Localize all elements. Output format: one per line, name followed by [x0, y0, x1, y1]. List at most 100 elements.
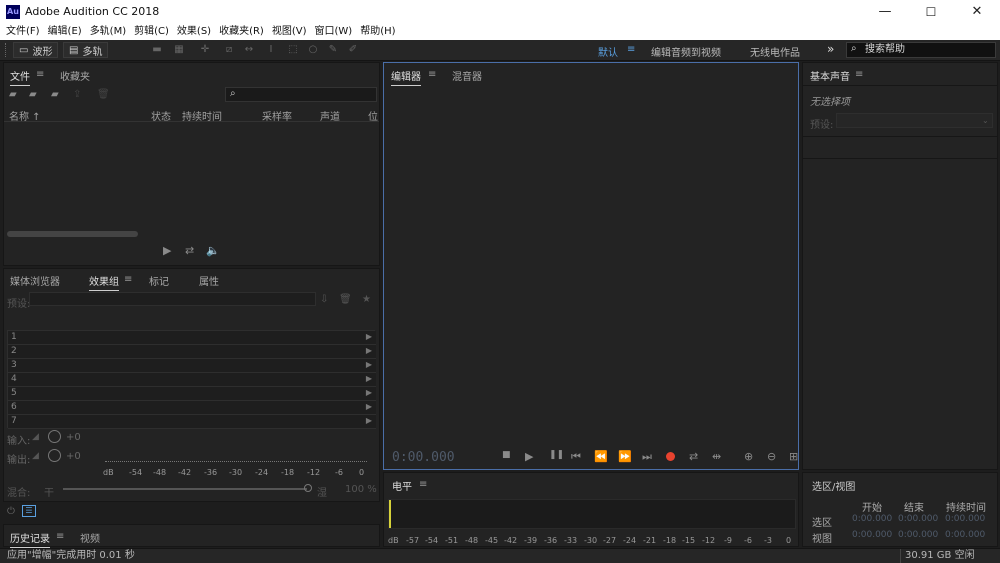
zoom-out-amplitude-icon[interactable]: ⊖ — [767, 450, 776, 463]
menu-edit[interactable]: 编辑(E) — [48, 24, 82, 40]
rack-slot-arrow-icon[interactable]: ▶ — [366, 388, 372, 397]
effects-rack-menu-icon[interactable]: ≡ — [124, 274, 132, 285]
mix-slider-handle[interactable] — [304, 484, 312, 492]
pitch-display-icon[interactable]: ▦ — [172, 44, 186, 56]
tab-mixer[interactable]: 混音器 — [452, 68, 482, 83]
lasso-tool-icon[interactable]: ○ — [306, 44, 320, 56]
import-file-icon[interactable]: ▰ — [29, 89, 37, 100]
insert-into-multitrack-icon[interactable]: ⇪ — [73, 89, 81, 100]
marquee-tool-icon[interactable]: ⬚ — [286, 44, 300, 56]
menu-window[interactable]: 窗口(W) — [315, 24, 353, 40]
view-end-value[interactable]: 0:00.000 — [898, 530, 938, 540]
rack-slot[interactable]: 6 ▶ — [8, 401, 376, 415]
files-horizontal-scrollbar[interactable] — [7, 231, 138, 237]
brush-tool-icon[interactable]: ✎ — [326, 44, 340, 56]
input-gain-knob[interactable] — [48, 430, 61, 443]
workspace-default[interactable]: 默认 — [598, 44, 618, 59]
levels-panel-menu-icon[interactable]: ≡ — [419, 479, 427, 490]
loop-playback-icon[interactable]: ⇄ — [689, 450, 698, 463]
selection-duration-value[interactable]: 0:00.000 — [945, 514, 985, 524]
tab-media-browser[interactable]: 媒体浏览器 — [10, 273, 60, 288]
menu-clip[interactable]: 剪辑(C) — [134, 24, 169, 40]
save-preset-icon[interactable]: ⇩ — [320, 294, 328, 305]
rack-slot-arrow-icon[interactable]: ▶ — [366, 402, 372, 411]
menu-help[interactable]: 帮助(H) — [360, 24, 395, 40]
power-toggle-icon[interactable]: ⏻ — [7, 506, 15, 517]
rack-slot-arrow-icon[interactable]: ▶ — [366, 332, 372, 341]
spectral-display-icon[interactable]: ▬ — [150, 44, 164, 56]
zoom-in-amplitude-icon[interactable]: ⊕ — [744, 450, 753, 463]
tab-video[interactable]: 视频 — [80, 530, 100, 545]
delete-file-icon[interactable]: 🗑 — [97, 89, 110, 100]
rack-slot-arrow-icon[interactable]: ▶ — [366, 416, 372, 425]
tab-markers[interactable]: 标记 — [149, 273, 169, 288]
maximize-button[interactable]: ☐ — [908, 0, 954, 24]
razor-tool-icon[interactable]: ⧄ — [222, 44, 236, 56]
workspace-radio-production[interactable]: 无线电作品 — [750, 44, 800, 59]
view-duration-value[interactable]: 0:00.000 — [945, 530, 985, 540]
minimize-button[interactable]: — — [862, 0, 908, 24]
effects-list-icon[interactable]: ☰ — [22, 505, 36, 517]
menu-favorites[interactable]: 收藏夹(R) — [219, 24, 264, 40]
favorite-star-icon[interactable]: ★ — [362, 294, 371, 305]
pause-icon[interactable]: ❚❚ — [549, 450, 564, 460]
time-selection-tool-icon[interactable]: I — [264, 44, 278, 56]
rack-slot[interactable]: 2 ▶ — [8, 345, 376, 359]
files-panel-menu-icon[interactable]: ≡ — [36, 69, 44, 80]
record-icon[interactable] — [666, 452, 675, 461]
play-preview-icon[interactable]: ▶ — [163, 244, 171, 257]
spot-healing-tool-icon[interactable]: ✐ — [346, 44, 360, 56]
open-file-icon[interactable]: ▰ — [9, 89, 17, 100]
new-file-icon[interactable]: ▰ — [51, 89, 59, 100]
move-tool-icon[interactable]: ✛ — [198, 44, 212, 56]
tab-favorites[interactable]: 收藏夹 — [60, 68, 90, 83]
editor-panel-menu-icon[interactable]: ≡ — [428, 69, 436, 80]
close-button[interactable]: ✕ — [954, 0, 1000, 24]
skip-selection-icon[interactable]: ⇹ — [712, 450, 721, 463]
selection-end-value[interactable]: 0:00.000 — [898, 514, 938, 524]
preset-dropdown[interactable] — [29, 292, 316, 306]
rack-slot-arrow-icon[interactable]: ▶ — [366, 346, 372, 355]
history-panel-menu-icon[interactable]: ≡ — [56, 531, 64, 542]
slip-tool-icon[interactable]: ↔ — [242, 44, 256, 56]
mix-slider-track[interactable] — [63, 488, 307, 490]
fast-forward-icon[interactable]: ⏩ — [618, 450, 632, 463]
rack-slot[interactable]: 1 ▶ — [8, 331, 376, 345]
menu-effects[interactable]: 效果(S) — [177, 24, 211, 40]
play-icon[interactable]: ▶ — [525, 450, 533, 463]
menu-view[interactable]: 视图(V) — [272, 24, 307, 40]
tab-history[interactable]: 历史记录 — [10, 530, 50, 548]
rack-slot[interactable]: 3 ▶ — [8, 359, 376, 373]
more-workspaces-icon[interactable]: » — [827, 42, 834, 56]
rewind-icon[interactable]: ⏪ — [594, 450, 608, 463]
delete-preset-icon[interactable]: 🗑 — [339, 294, 352, 305]
stop-icon[interactable]: ■ — [502, 450, 511, 460]
files-search-input[interactable] — [225, 87, 377, 102]
selection-start-value[interactable]: 0:00.000 — [852, 514, 892, 524]
workspace-default-menu-icon[interactable]: ≡ — [627, 44, 635, 55]
tab-editor[interactable]: 编辑器 — [391, 68, 421, 86]
zoom-in-time-icon[interactable]: ⊞ — [789, 450, 798, 463]
rack-slot-arrow-icon[interactable]: ▶ — [366, 374, 372, 383]
essential-preset-dropdown[interactable] — [836, 113, 993, 128]
tab-properties[interactable]: 属性 — [199, 273, 219, 288]
rack-slot[interactable]: 5 ▶ — [8, 387, 376, 401]
auto-play-icon[interactable]: 🔈 — [206, 244, 220, 257]
rack-slot-arrow-icon[interactable]: ▶ — [366, 360, 372, 369]
loop-preview-icon[interactable]: ⇄ — [185, 244, 194, 257]
multitrack-view-button[interactable]: ▤ 多轨 — [63, 42, 109, 58]
help-search-input[interactable]: 搜索帮助 — [846, 42, 996, 58]
rack-slot[interactable]: 7 ▶ — [8, 415, 376, 429]
go-to-start-icon[interactable]: ⏮ — [571, 450, 581, 464]
menu-multitrack[interactable]: 多轨(M) — [90, 24, 126, 40]
essential-sound-menu-icon[interactable]: ≡ — [855, 69, 863, 80]
output-gain-knob[interactable] — [48, 449, 61, 462]
chevron-down-icon[interactable]: ⌄ — [982, 116, 989, 125]
view-start-value[interactable]: 0:00.000 — [852, 530, 892, 540]
workspace-edit-audio-to-video[interactable]: 编辑音频到视频 — [651, 44, 721, 59]
waveform-view-button[interactable]: ▭ 波形 — [13, 42, 59, 58]
tab-effects-rack[interactable]: 效果组 — [89, 273, 119, 291]
tab-files[interactable]: 文件 — [10, 68, 30, 86]
go-to-end-icon[interactable]: ⏭ — [642, 450, 652, 464]
menu-file[interactable]: 文件(F) — [6, 24, 40, 40]
